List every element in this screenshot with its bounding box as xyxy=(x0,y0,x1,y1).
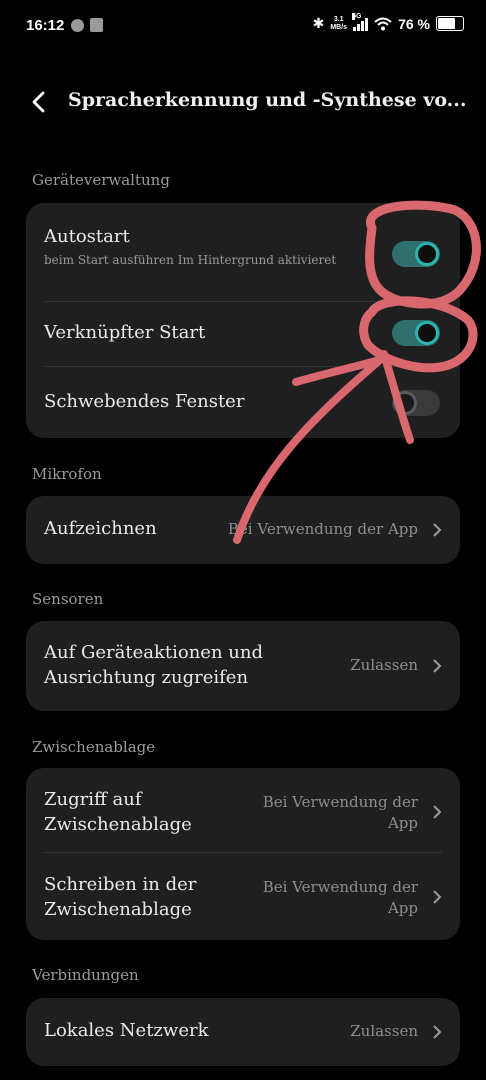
card-sensors: Auf Geräteaktionen und Ausrichtung zugre… xyxy=(26,621,460,711)
row-record[interactable]: Aufzeichnen Bei Verwendung der App xyxy=(26,496,460,564)
clipboard-access-label-line1: Zugriff auf xyxy=(44,789,142,810)
device-actions-label-line2: Ausrichtung zugreifen xyxy=(44,667,249,688)
device-actions-value: Zulassen xyxy=(350,656,418,674)
toggle-knob xyxy=(393,391,417,415)
card-device-management: Autostart beim Start ausführen Im Hinter… xyxy=(26,203,460,438)
header: Spracherkennung und -Synthese vo... xyxy=(0,80,486,124)
net-speed: 3.1 MB/s xyxy=(330,15,348,31)
bluetooth-icon: ✱ xyxy=(312,15,325,31)
card-microphone: Aufzeichnen Bei Verwendung der App xyxy=(26,496,460,564)
section-title-sensors: Sensoren xyxy=(32,590,104,608)
download-icon xyxy=(90,18,103,32)
page-title: Spracherkennung und -Synthese vo... xyxy=(68,89,467,111)
spotify-icon xyxy=(71,19,84,32)
linked-start-toggle[interactable] xyxy=(392,320,440,346)
status-bar: 16:12 ✱ 3.1 MB/s 5G 76 % xyxy=(0,0,486,50)
clipboard-write-label-line2: Zwischenablage xyxy=(44,899,192,920)
row-local-network[interactable]: Lokales Netzwerk Zulassen xyxy=(26,998,460,1066)
row-device-actions[interactable]: Auf Geräteaktionen und Ausrichtung zugre… xyxy=(26,621,460,711)
chevron-right-icon xyxy=(433,890,442,904)
clipboard-access-value-line1: Bei Verwendung der xyxy=(262,793,418,811)
linked-start-label: Verknüpfter Start xyxy=(44,322,206,343)
local-network-label: Lokales Netzwerk xyxy=(44,1020,209,1041)
chevron-right-icon xyxy=(433,659,442,673)
local-network-value: Zulassen xyxy=(350,1022,418,1040)
record-value: Bei Verwendung der App xyxy=(227,520,418,538)
battery-icon xyxy=(436,16,464,31)
section-title-device-management: Geräteverwaltung xyxy=(32,171,170,189)
chevron-right-icon xyxy=(433,1025,442,1039)
signal-icon: 5G xyxy=(352,12,369,31)
wifi-icon xyxy=(374,17,392,30)
clipboard-access-label-line2: Zwischenablage xyxy=(44,814,192,835)
row-autostart[interactable]: Autostart beim Start ausführen Im Hinter… xyxy=(26,203,460,301)
device-actions-label-line1: Auf Geräteaktionen und xyxy=(44,642,263,663)
clipboard-write-value-line1: Bei Verwendung der xyxy=(262,878,418,896)
row-floating-window[interactable]: Schwebendes Fenster xyxy=(26,367,460,438)
toggle-knob xyxy=(415,321,439,345)
row-clipboard-access[interactable]: Zugriff auf Zwischenablage Bei Verwendun… xyxy=(26,768,460,852)
section-title-clipboard: Zwischenablage xyxy=(32,738,156,756)
floating-window-toggle[interactable] xyxy=(392,390,440,416)
toggle-knob xyxy=(415,242,439,266)
clipboard-access-value-line2: App xyxy=(387,814,418,832)
floating-window-label: Schwebendes Fenster xyxy=(44,391,245,412)
row-linked-start[interactable]: Verknüpfter Start xyxy=(26,302,460,366)
card-clipboard: Zugriff auf Zwischenablage Bei Verwendun… xyxy=(26,768,460,940)
autostart-sub: beim Start ausführen Im Hintergrund akti… xyxy=(44,253,337,267)
section-title-connections: Verbindungen xyxy=(32,966,139,984)
record-label: Aufzeichnen xyxy=(44,518,157,539)
chevron-right-icon xyxy=(433,805,442,819)
clipboard-write-label-line1: Schreiben in der xyxy=(44,874,197,895)
clipboard-write-value-line2: App xyxy=(387,899,418,917)
card-connections: Lokales Netzwerk Zulassen xyxy=(26,998,460,1066)
autostart-label: Autostart xyxy=(44,226,130,247)
battery-percent: 76 % xyxy=(398,15,430,32)
section-title-microphone: Mikrofon xyxy=(32,465,102,483)
row-clipboard-write[interactable]: Schreiben in der Zwischenablage Bei Verw… xyxy=(26,853,460,940)
autostart-toggle[interactable] xyxy=(392,241,440,267)
chevron-right-icon xyxy=(433,523,442,537)
status-time: 16:12 xyxy=(26,17,65,34)
back-arrow-icon[interactable] xyxy=(26,88,54,116)
